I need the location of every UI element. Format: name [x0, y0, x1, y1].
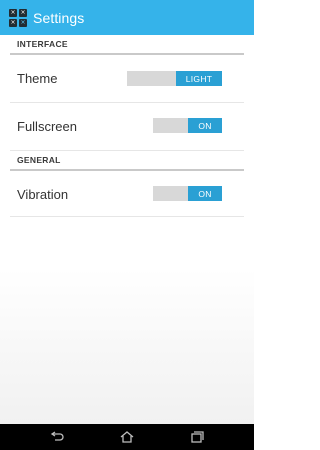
- setting-row-vibration[interactable]: Vibration ON: [10, 171, 244, 217]
- app-icon-cell: ×: [19, 18, 27, 27]
- section-header-general: GENERAL: [10, 151, 244, 171]
- app-icon[interactable]: × × × ×: [9, 8, 27, 27]
- back-icon[interactable]: [50, 431, 64, 443]
- section-label: GENERAL: [17, 155, 61, 165]
- settings-list: INTERFACE Theme LIGHT Fullscreen ON GENE…: [0, 35, 254, 424]
- setting-row-fullscreen[interactable]: Fullscreen ON: [10, 103, 244, 151]
- toggle-knob: ON: [188, 118, 222, 133]
- home-icon[interactable]: [120, 431, 134, 443]
- vibration-toggle[interactable]: ON: [153, 186, 222, 201]
- recent-apps-icon[interactable]: [190, 431, 204, 443]
- section-header-interface: INTERFACE: [10, 35, 244, 55]
- setting-label: Fullscreen: [17, 119, 77, 134]
- section-label: INTERFACE: [17, 39, 68, 49]
- navigation-bar: [0, 424, 254, 450]
- app-icon-cell: ×: [9, 8, 17, 17]
- setting-row-theme[interactable]: Theme LIGHT: [10, 55, 244, 103]
- app-icon-cell: ×: [19, 8, 27, 17]
- toggle-knob: ON: [188, 186, 222, 201]
- fullscreen-toggle[interactable]: ON: [153, 118, 222, 133]
- setting-label: Theme: [17, 71, 58, 86]
- setting-label: Vibration: [17, 187, 69, 202]
- app-icon-cell: ×: [9, 18, 17, 27]
- action-bar: × × × × Settings: [0, 0, 254, 35]
- page-title: Settings: [33, 9, 85, 26]
- theme-toggle[interactable]: LIGHT: [127, 71, 222, 86]
- toggle-knob: LIGHT: [176, 71, 222, 86]
